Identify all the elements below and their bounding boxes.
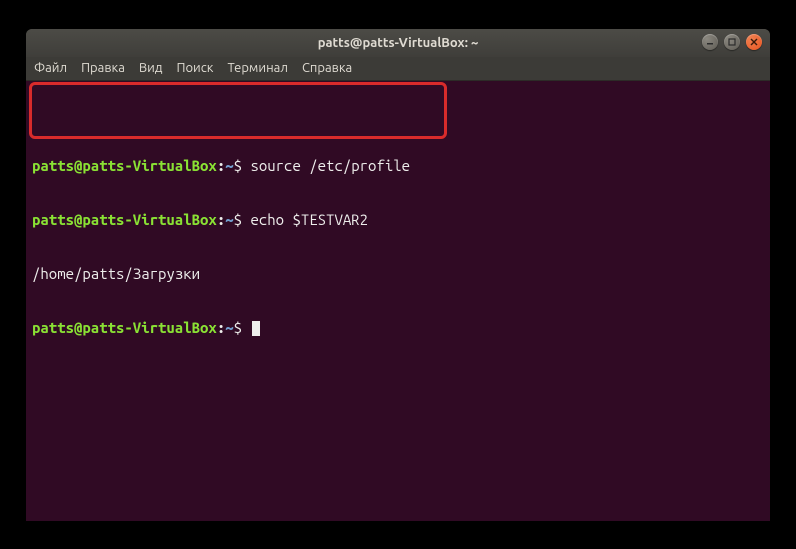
- terminal-line: patts@patts-VirtualBox:~$: [32, 319, 764, 337]
- close-icon: [750, 38, 758, 46]
- maximize-icon: [728, 38, 736, 46]
- titlebar[interactable]: patts@patts-VirtualBox: ~: [26, 29, 770, 57]
- menubar: Файл Правка Вид Поиск Терминал Справка: [26, 57, 770, 81]
- window-title: patts@patts-VirtualBox: ~: [318, 36, 479, 50]
- prompt-user: patts@patts-VirtualBox: [32, 211, 217, 228]
- command-text: source /etc/profile: [250, 157, 410, 174]
- minimize-button[interactable]: [702, 34, 718, 50]
- annotation-highlight-box: [29, 82, 447, 139]
- command-text: echo $TESTVAR2: [250, 211, 368, 228]
- prompt-dollar: $: [234, 157, 242, 174]
- menu-file[interactable]: Файл: [34, 61, 67, 75]
- menu-search[interactable]: Поиск: [176, 61, 213, 75]
- prompt-path: ~: [225, 319, 233, 336]
- menu-view[interactable]: Вид: [139, 61, 163, 75]
- terminal-line: patts@patts-VirtualBox:~$ echo $TESTVAR2: [32, 211, 764, 229]
- window-controls: [702, 34, 762, 50]
- menu-terminal[interactable]: Терминал: [227, 61, 287, 75]
- terminal-viewport[interactable]: patts@patts-VirtualBox:~$ source /etc/pr…: [26, 81, 770, 521]
- prompt-colon: :: [217, 211, 225, 228]
- maximize-button[interactable]: [724, 34, 740, 50]
- prompt-dollar: $: [234, 319, 242, 336]
- prompt-user: patts@patts-VirtualBox: [32, 157, 217, 174]
- cursor-block: [252, 321, 260, 336]
- prompt-path: ~: [225, 211, 233, 228]
- menu-help[interactable]: Справка: [302, 61, 352, 75]
- prompt-colon: :: [217, 319, 225, 336]
- prompt-dollar: $: [234, 211, 242, 228]
- prompt-colon: :: [217, 157, 225, 174]
- terminal-window: patts@patts-VirtualBox: ~ Файл Правка Ви…: [26, 29, 770, 521]
- close-button[interactable]: [746, 34, 762, 50]
- output-text: /home/patts/Загрузки: [32, 265, 200, 282]
- prompt-path: ~: [225, 157, 233, 174]
- terminal-line: patts@patts-VirtualBox:~$ source /etc/pr…: [32, 157, 764, 175]
- prompt-user: patts@patts-VirtualBox: [32, 319, 217, 336]
- minimize-icon: [706, 38, 714, 46]
- menu-edit[interactable]: Правка: [81, 61, 125, 75]
- terminal-line: /home/patts/Загрузки: [32, 265, 764, 283]
